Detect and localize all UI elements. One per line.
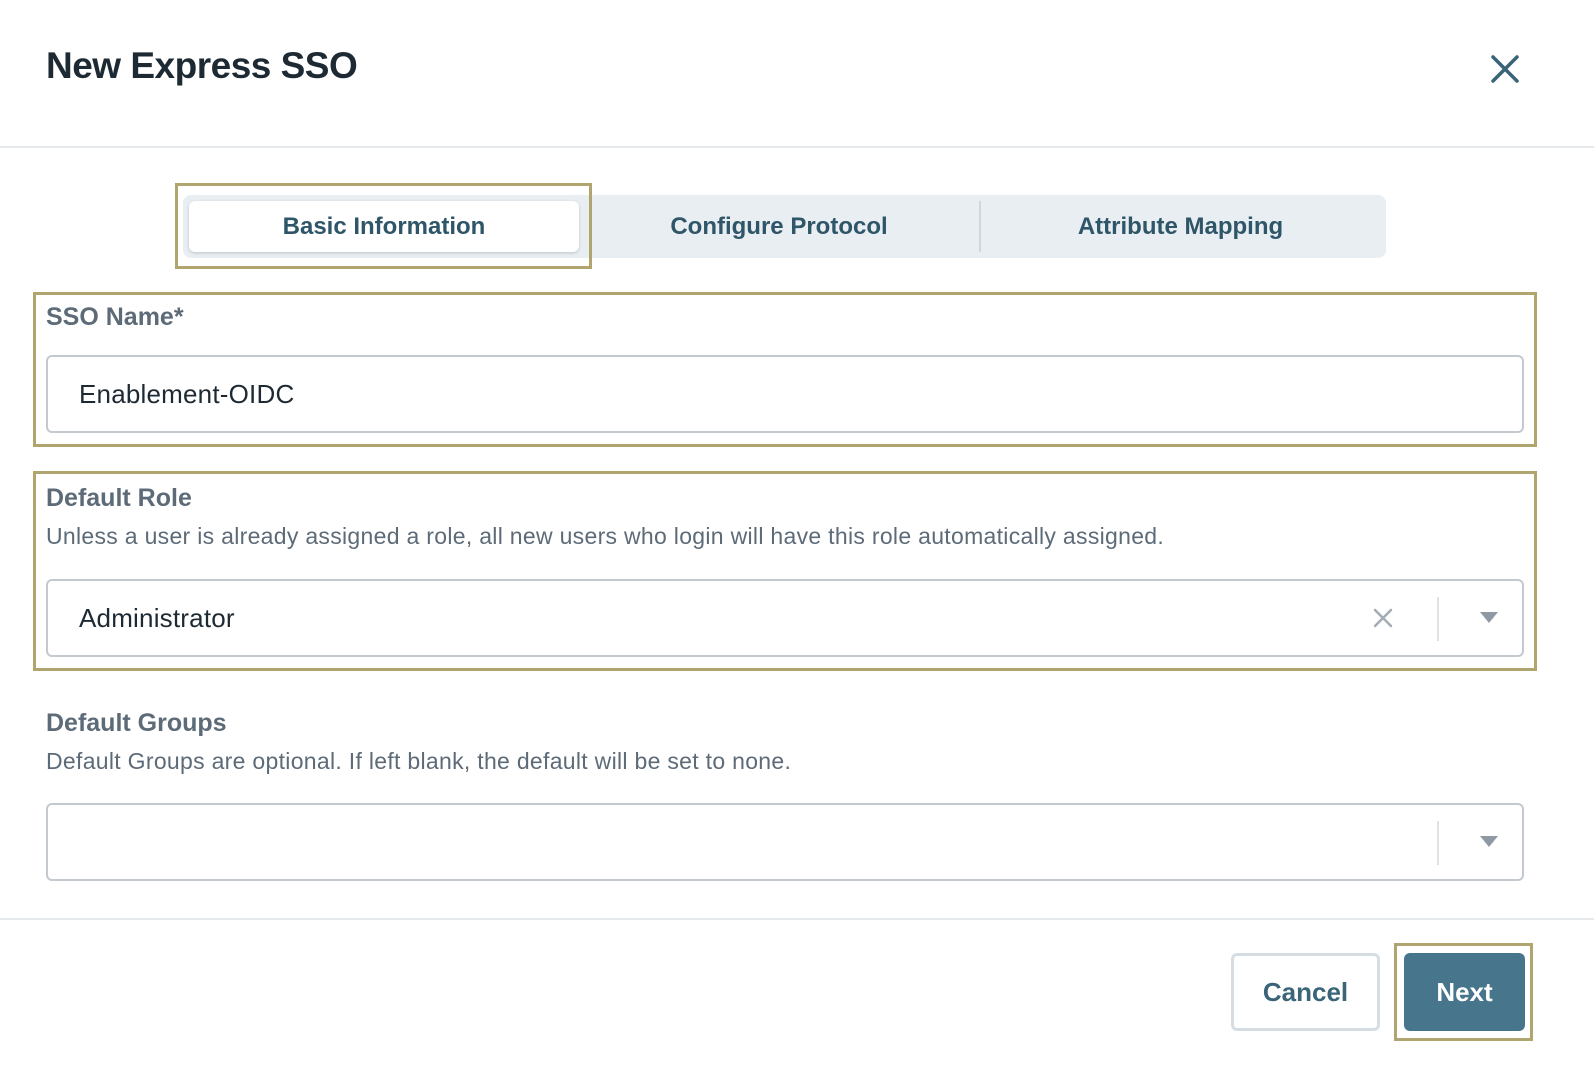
default-role-select[interactable]: Administrator <box>46 579 1524 657</box>
cancel-button[interactable]: Cancel <box>1231 953 1380 1031</box>
tab-configure-protocol[interactable]: Configure Protocol <box>579 201 981 252</box>
default-groups-help: Default Groups are optional. If left bla… <box>46 748 792 774</box>
tab-attribute-mapping[interactable]: Attribute Mapping <box>981 201 1380 252</box>
default-groups-label: Default Groups <box>46 709 227 737</box>
default-role-help: Unless a user is already assigned a role… <box>46 523 1165 549</box>
step-tabs: Basic Information Configure Protocol Att… <box>183 195 1386 258</box>
dialog-title: New Express SSO <box>46 45 358 86</box>
sso-name-value: Enablement-OIDC <box>79 379 295 409</box>
tab-basic-information[interactable]: Basic Information <box>189 201 579 252</box>
select-separator <box>1437 597 1439 641</box>
default-role-label: Default Role <box>46 484 192 512</box>
default-groups-select[interactable] <box>46 803 1524 881</box>
chevron-down-icon[interactable] <box>1480 836 1498 847</box>
sso-name-label: SSO Name* <box>46 303 184 331</box>
select-separator <box>1437 821 1439 865</box>
default-role-value: Administrator <box>79 603 235 633</box>
close-icon <box>1491 55 1519 83</box>
chevron-down-icon[interactable] <box>1480 612 1498 623</box>
sso-name-input[interactable]: Enablement-OIDC <box>46 355 1524 433</box>
next-button[interactable]: Next <box>1404 953 1525 1031</box>
dialog-header: New Express SSO <box>0 0 1594 148</box>
footer-divider <box>0 918 1594 920</box>
clear-icon[interactable] <box>1371 606 1395 630</box>
close-button[interactable] <box>1488 52 1522 86</box>
